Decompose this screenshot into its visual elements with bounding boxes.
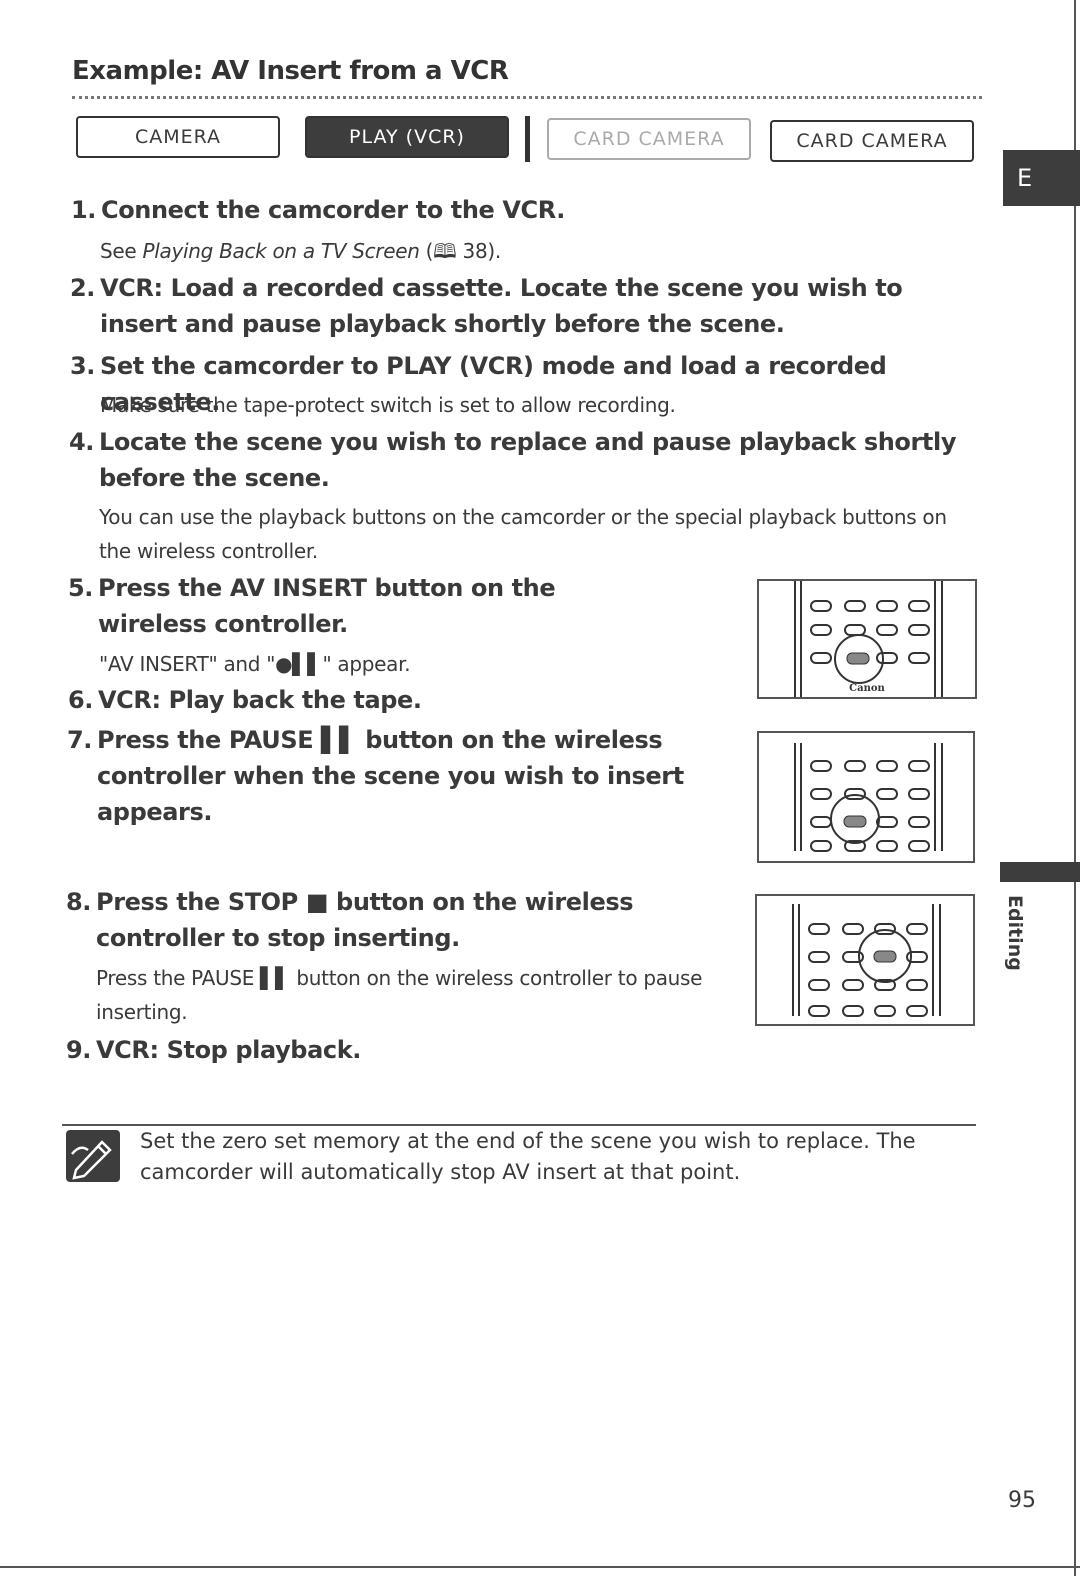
mode-separator xyxy=(525,116,530,162)
step-8: 8. Press the STOP ■ button on the wireles… xyxy=(66,888,634,952)
step-2: 2. VCR: Load a recorded cassette. Locate … xyxy=(70,274,903,338)
step-7: 7. Press the PAUSE ▌▌ button on the wirel… xyxy=(67,726,684,826)
step-5-note: "AV INSERT" and "●▌▌" appear. xyxy=(99,652,411,676)
step-4: 4. Locate the scene you wish to replace a… xyxy=(69,428,957,492)
step-9: 9. VCR: Stop playback. xyxy=(66,1036,361,1064)
page-edge xyxy=(1074,0,1076,1576)
step-8-note: Press the PAUSE ▌▌ button on the wireles… xyxy=(96,966,703,1024)
section-tab-label: Editing xyxy=(1004,895,1026,971)
mode-camera: CAMERA xyxy=(76,116,280,158)
remote-illustration: Canon xyxy=(794,581,943,697)
mode-card-camera: CARD CAMERA xyxy=(770,120,974,162)
step-1-note: See Playing Back on a TV Screen (🕮 38). xyxy=(100,239,501,263)
step-6: 6. VCR: Play back the tape. xyxy=(68,686,422,714)
remote-figure-stop xyxy=(755,894,975,1026)
step-4-note: You can use the playback buttons on the … xyxy=(99,505,947,563)
language-tab: E xyxy=(1003,150,1080,206)
svg-text:Canon: Canon xyxy=(849,683,885,694)
remote-figure-pause xyxy=(757,731,975,863)
remote-illustration xyxy=(792,904,941,1017)
remote-illustration xyxy=(794,743,943,852)
pencil-note-icon xyxy=(66,1130,120,1182)
mode-card-camera-dimmed: CARD CAMERA xyxy=(547,118,751,160)
dotted-divider xyxy=(72,96,982,99)
step-5: 5. Press the AV INSERT button on the wire… xyxy=(68,574,556,638)
page-edge xyxy=(0,1566,1080,1568)
note-text: Set the zero set memory at the end of th… xyxy=(140,1129,916,1184)
remote-figure-av-insert: Canon xyxy=(757,579,977,699)
step-3-note: Make sure the tape-protect switch is set… xyxy=(100,393,676,417)
section-title: Example: AV Insert from a VCR xyxy=(72,56,509,86)
section-tab-bar xyxy=(1000,862,1080,882)
page-number: 95 xyxy=(1008,1488,1036,1513)
step-1: 1. Connect the camcorder to the VCR. xyxy=(71,196,565,224)
mode-play-vcr: PLAY (VCR) xyxy=(305,116,509,158)
